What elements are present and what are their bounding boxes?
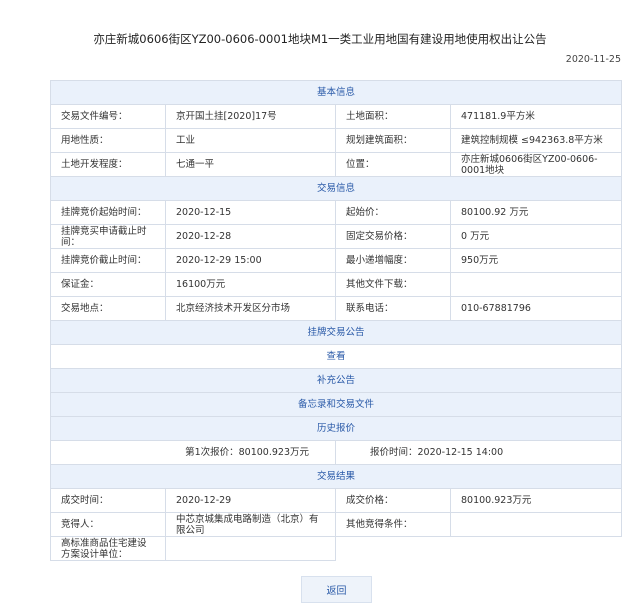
deal-price-value: 80100.923万元 <box>449 488 623 513</box>
listing-notice-link[interactable]: 挂牌交易公告 <box>49 320 623 345</box>
section-trade-result: 交易结果 <box>49 464 623 489</box>
land-area-label: 土地面积： <box>335 104 451 129</box>
section-history-quotes: 历史报价 <box>49 416 623 441</box>
fixed-price-label: 固定交易价格： <box>335 224 451 249</box>
empty-cell <box>336 537 451 561</box>
design-unit-value <box>165 536 336 561</box>
quote-time: 报价时间：2020-12-15 14:00 <box>334 440 623 465</box>
min-increment-value: 950万元 <box>449 248 623 273</box>
start-time-value: 2020-12-15 <box>165 200 336 225</box>
design-unit-label: 高标准商品住宅建设方案设计单位： <box>50 536 166 561</box>
end-time-label: 挂牌竞价截止时间： <box>50 248 166 273</box>
end-time-value: 2020-12-29 15:00 <box>165 248 336 273</box>
empty-cell <box>451 537 622 561</box>
apply-deadline-label: 挂牌竞买申请截止时间： <box>50 224 166 249</box>
phone-value: 010-67881796 <box>449 296 623 321</box>
start-price-value: 80100.92 万元 <box>449 200 623 225</box>
other-docs-label: 其他文件下载： <box>335 272 451 297</box>
phone-label: 联系电话： <box>335 296 451 321</box>
deal-time-value: 2020-12-29 <box>165 488 336 513</box>
quote-amount: 第1次报价：80100.923万元 <box>50 440 336 465</box>
start-time-label: 挂牌竞价起始时间： <box>50 200 166 225</box>
fixed-price-value: 0 万元 <box>449 224 623 249</box>
page: 亦庄新城0606街区YZ00-0606-0001地块M1一类工业用地国有建设用地… <box>0 0 640 610</box>
min-increment-label: 最小递增幅度： <box>335 248 451 273</box>
dev-level-label: 土地开发程度： <box>50 152 166 177</box>
view-link[interactable]: 查看 <box>49 344 623 369</box>
publish-date: 2020-11-25 <box>565 54 621 65</box>
page-title: 亦庄新城0606街区YZ00-0606-0001地块M1一类工业用地国有建设用地… <box>93 32 547 46</box>
section-basic-info: 基本信息 <box>49 80 623 105</box>
back-button[interactable]: 返回 <box>301 576 372 603</box>
winner-label: 竞得人： <box>50 512 166 537</box>
other-docs-value <box>449 272 623 297</box>
dev-level-value: 七通一平 <box>165 152 336 177</box>
land-use-label: 用地性质： <box>50 128 166 153</box>
place-value: 北京经济技术开发区分市场 <box>165 296 336 321</box>
land-area-value: 471181.9平方米 <box>449 104 623 129</box>
deal-price-label: 成交价格： <box>335 488 451 513</box>
location-label: 位置： <box>335 152 451 177</box>
apply-deadline-value: 2020-12-28 <box>165 224 336 249</box>
memo-docs-link[interactable]: 备忘录和交易文件 <box>49 392 623 417</box>
plan-area-label: 规划建筑面积： <box>335 128 451 153</box>
other-conditions-label: 其他竞得条件： <box>335 512 451 537</box>
start-price-label: 起始价： <box>335 200 451 225</box>
winner-value: 中芯京城集成电路制造（北京）有限公司 <box>165 512 336 537</box>
deposit-value: 16100万元 <box>165 272 336 297</box>
land-use-value: 工业 <box>165 128 336 153</box>
plan-area-value: 建筑控制规模 ≤942363.8平方米 <box>449 128 623 153</box>
section-trade-info: 交易信息 <box>49 176 623 201</box>
deposit-label: 保证金： <box>50 272 166 297</box>
doc-no-label: 交易文件编号： <box>50 104 166 129</box>
supplement-notice-link[interactable]: 补充公告 <box>49 368 623 393</box>
doc-no-value: 京开国土挂[2020]17号 <box>165 104 336 129</box>
announcement-table: 基本信息 交易文件编号： 京开国土挂[2020]17号 土地面积： 471181… <box>49 80 623 561</box>
deal-time-label: 成交时间： <box>50 488 166 513</box>
other-conditions-value <box>449 512 623 537</box>
place-label: 交易地点： <box>50 296 166 321</box>
location-value: 亦庄新城0606街区YZ00-0606-0001地块 <box>449 152 623 177</box>
